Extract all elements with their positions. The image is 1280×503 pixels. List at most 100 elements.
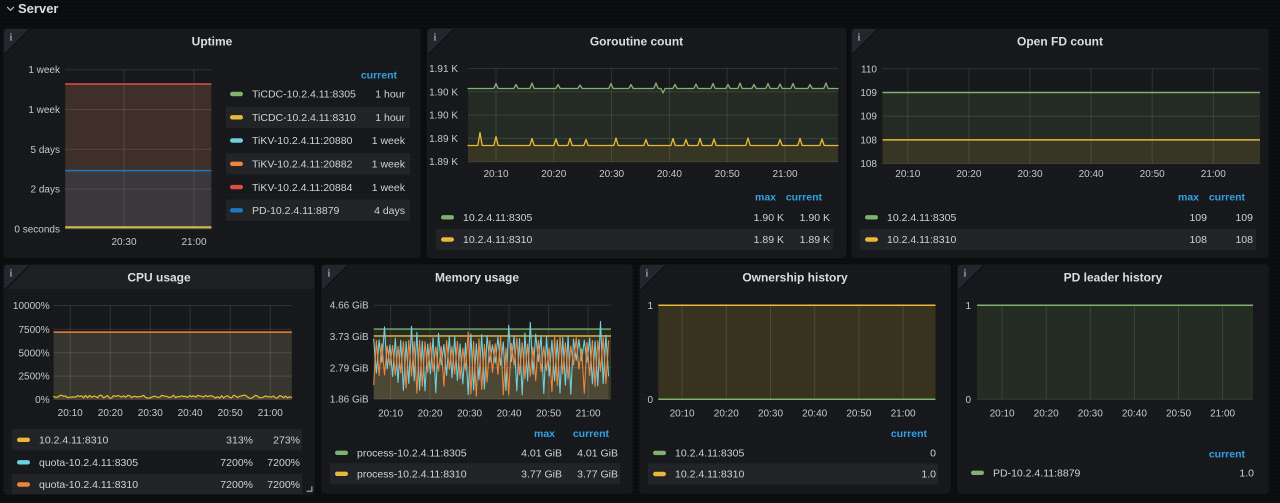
svg-text:109: 109: [860, 112, 877, 123]
svg-text:1 week: 1 week: [28, 65, 61, 76]
svg-text:1.89 K: 1.89 K: [429, 134, 458, 145]
svg-text:10.2.4.11:8310: 10.2.4.11:8310: [675, 469, 744, 481]
svg-text:20:30: 20:30: [758, 408, 783, 419]
svg-text:max: max: [534, 428, 555, 440]
svg-text:i: i: [964, 268, 967, 279]
svg-text:i: i: [858, 32, 861, 43]
svg-text:20:10: 20:10: [670, 408, 695, 419]
svg-text:3.73 GiB: 3.73 GiB: [330, 332, 369, 343]
svg-text:21:00: 21:00: [1210, 408, 1235, 419]
svg-text:Open FD count: Open FD count: [1017, 35, 1103, 49]
svg-text:10.2.4.11:8305: 10.2.4.11:8305: [463, 212, 532, 224]
svg-text:7200%: 7200%: [267, 457, 300, 469]
svg-text:20:10: 20:10: [58, 408, 83, 419]
svg-text:20:40: 20:40: [802, 408, 827, 419]
svg-text:PD-10.2.4.11:8879: PD-10.2.4.11:8879: [993, 468, 1081, 480]
svg-text:process-10.2.4.11:8310: process-10.2.4.11:8310: [357, 469, 467, 481]
svg-text:20:20: 20:20: [418, 408, 443, 419]
svg-text:i: i: [328, 268, 331, 279]
svg-text:0 seconds: 0 seconds: [14, 224, 60, 235]
svg-text:21:00: 21:00: [576, 408, 601, 419]
svg-text:2500%: 2500%: [18, 372, 49, 383]
svg-text:max: max: [1178, 192, 1199, 204]
svg-text:20:10: 20:10: [895, 169, 920, 180]
svg-text:0: 0: [647, 395, 653, 406]
svg-text:20:30: 20:30: [111, 237, 136, 248]
svg-text:PD leader history: PD leader history: [1064, 271, 1163, 285]
svg-text:1 hour: 1 hour: [375, 112, 405, 124]
svg-text:10.2.4.11:8310: 10.2.4.11:8310: [39, 435, 108, 447]
svg-text:20:40: 20:40: [657, 169, 682, 180]
svg-text:1.90 K: 1.90 K: [800, 212, 830, 224]
svg-text:quota-10.2.4.11:8305: quota-10.2.4.11:8305: [39, 457, 138, 469]
svg-text:21:00: 21:00: [891, 408, 916, 419]
svg-text:current: current: [1209, 449, 1246, 461]
svg-text:5 days: 5 days: [31, 145, 60, 156]
svg-text:109: 109: [1235, 212, 1253, 224]
svg-text:Memory usage: Memory usage: [435, 271, 519, 285]
svg-text:1: 1: [647, 301, 653, 312]
svg-text:1: 1: [965, 301, 971, 312]
svg-text:20:30: 20:30: [599, 169, 624, 180]
svg-text:i: i: [646, 268, 649, 279]
svg-text:20:30: 20:30: [457, 408, 482, 419]
svg-text:21:00: 21:00: [258, 408, 283, 419]
svg-text:20:40: 20:40: [178, 408, 203, 419]
svg-text:313%: 313%: [226, 435, 253, 447]
svg-text:21:00: 21:00: [772, 169, 797, 180]
svg-text:1 hour: 1 hour: [375, 89, 405, 101]
svg-text:current: current: [1209, 192, 1246, 204]
svg-text:20:50: 20:50: [1140, 169, 1165, 180]
svg-text:20:20: 20:20: [98, 408, 123, 419]
svg-text:current: current: [786, 192, 823, 204]
svg-text:1 week: 1 week: [372, 159, 406, 171]
svg-text:i: i: [10, 268, 13, 279]
svg-text:1 week: 1 week: [372, 182, 406, 194]
svg-text:4.01 GiB: 4.01 GiB: [521, 448, 562, 460]
svg-text:TiKV-10.2.4.11:20884: TiKV-10.2.4.11:20884: [252, 182, 353, 194]
svg-text:1.90 K: 1.90 K: [429, 111, 458, 122]
svg-text:1 week: 1 week: [28, 105, 61, 116]
svg-text:4.66 GiB: 4.66 GiB: [330, 301, 369, 312]
svg-text:20:20: 20:20: [1034, 408, 1059, 419]
svg-text:current: current: [573, 428, 610, 440]
svg-text:1.90 K: 1.90 K: [429, 87, 458, 98]
svg-text:109: 109: [860, 88, 877, 99]
svg-text:1 week: 1 week: [372, 135, 406, 147]
svg-text:TiCDC-10.2.4.11:8310: TiCDC-10.2.4.11:8310: [252, 112, 356, 124]
svg-text:20:20: 20:20: [541, 169, 566, 180]
svg-text:20:50: 20:50: [1166, 408, 1191, 419]
svg-text:10.2.4.11:8310: 10.2.4.11:8310: [463, 234, 532, 246]
svg-text:quota-10.2.4.11:8310: quota-10.2.4.11:8310: [39, 479, 138, 491]
svg-text:Goroutine count: Goroutine count: [590, 35, 683, 49]
svg-text:i: i: [10, 32, 13, 43]
svg-text:i: i: [434, 32, 437, 43]
svg-text:21:00: 21:00: [181, 237, 206, 248]
svg-text:Ownership history: Ownership history: [742, 271, 848, 285]
svg-text:20:30: 20:30: [138, 408, 163, 419]
svg-text:108: 108: [1189, 234, 1207, 246]
svg-text:current: current: [361, 69, 398, 81]
svg-text:20:40: 20:40: [1079, 169, 1104, 180]
svg-text:1.0: 1.0: [1239, 468, 1254, 480]
svg-text:7200%: 7200%: [220, 479, 253, 491]
svg-text:110: 110: [861, 64, 877, 75]
svg-text:10000%: 10000%: [13, 301, 50, 312]
svg-text:20:50: 20:50: [846, 408, 871, 419]
svg-text:1.89 K: 1.89 K: [800, 234, 830, 246]
svg-text:20:40: 20:40: [497, 408, 522, 419]
svg-text:3.77 GiB: 3.77 GiB: [521, 469, 562, 481]
svg-text:2 days: 2 days: [31, 185, 60, 196]
svg-text:current: current: [891, 428, 928, 440]
svg-text:20:10: 20:10: [990, 408, 1015, 419]
svg-text:7500%: 7500%: [18, 325, 49, 336]
svg-text:20:50: 20:50: [218, 408, 243, 419]
svg-text:3.77 GiB: 3.77 GiB: [577, 469, 618, 481]
svg-text:108: 108: [1235, 234, 1253, 246]
svg-text:1.90 K: 1.90 K: [754, 212, 784, 224]
svg-text:1.89 K: 1.89 K: [429, 157, 458, 168]
svg-text:1.0: 1.0: [921, 469, 936, 481]
svg-text:PD-10.2.4.11:8879: PD-10.2.4.11:8879: [252, 205, 340, 217]
svg-text:20:30: 20:30: [1017, 169, 1042, 180]
svg-text:2.79 GiB: 2.79 GiB: [330, 363, 369, 374]
